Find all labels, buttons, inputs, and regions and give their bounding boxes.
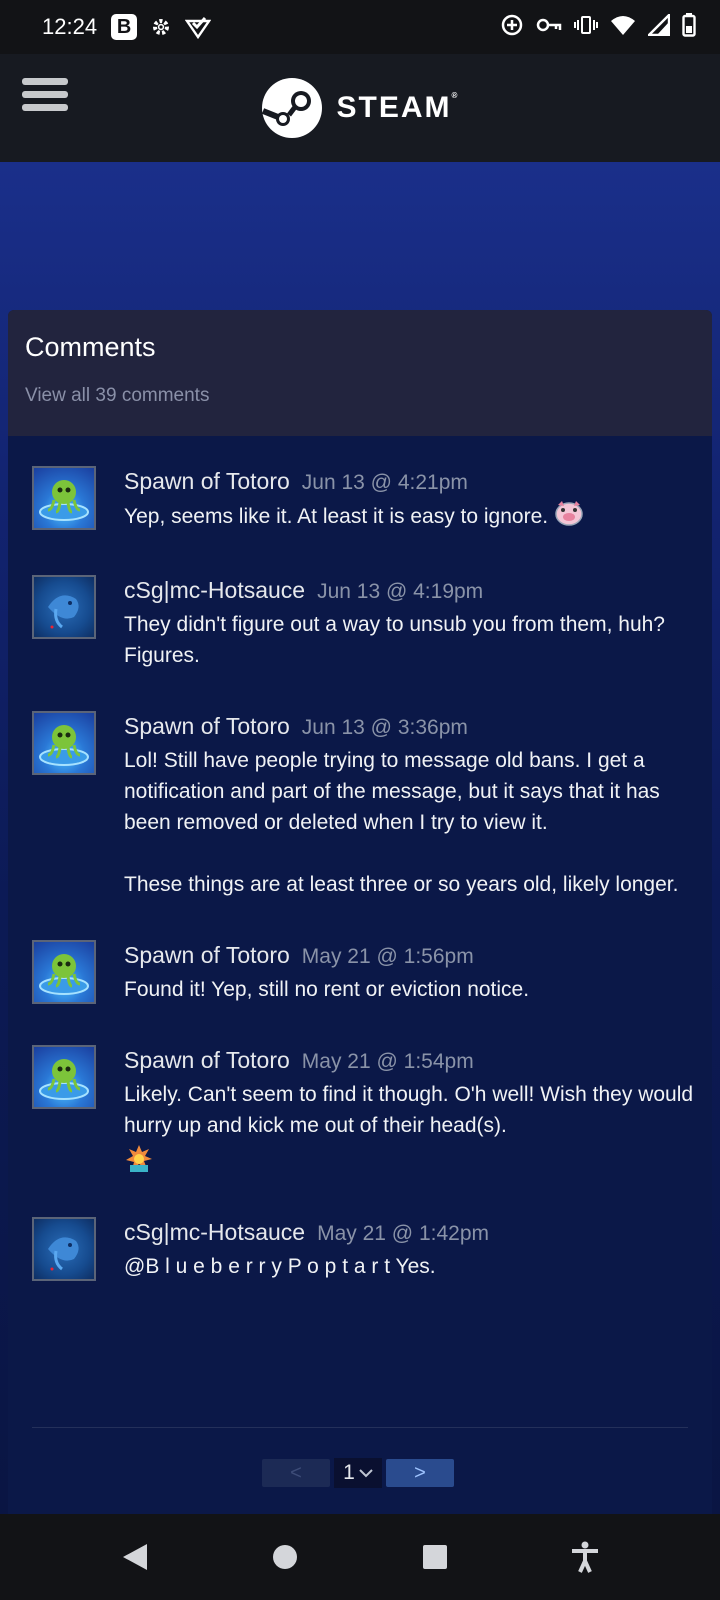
vibrate-icon [574, 14, 598, 41]
steam-logo-text: STEAM® [336, 91, 460, 124]
prev-page-button[interactable]: < [262, 1459, 330, 1487]
battery-icon [682, 12, 696, 42]
comment-pager: < 1 > [262, 1458, 454, 1488]
comment-author[interactable]: cSg|mc-Hotsauce [124, 1219, 305, 1245]
comment-item: Spawn of Totoro May 21 @ 1:54pm Likely. C… [32, 1045, 696, 1177]
status-right-icons [500, 11, 696, 42]
home-circle-icon [273, 1545, 297, 1569]
recents-square-icon [423, 1545, 447, 1569]
comment-date: May 21 @ 1:56pm [301, 945, 474, 968]
comments-title: Comments [25, 332, 156, 362]
comment-item: cSg|mc-Hotsauce May 21 @ 1:42pm @B l u e … [32, 1217, 696, 1282]
steam-logo[interactable]: STEAM® [261, 77, 460, 139]
comment-author[interactable]: cSg|mc-Hotsauce [124, 577, 305, 603]
comments-header: Comments View all 39 comments [8, 310, 712, 436]
comment-author[interactable]: Spawn of Totoro [124, 468, 290, 494]
data-saver-icon [500, 13, 524, 42]
comment-item: cSg|mc-Hotsauce Jun 13 @ 4:19pm They didn… [32, 575, 696, 671]
pig-emote-icon [554, 500, 584, 535]
comment-date: Jun 13 @ 4:21pm [301, 471, 468, 494]
comment-date: May 21 @ 1:42pm [317, 1222, 489, 1245]
comment-item: Spawn of Totoro Jun 13 @ 3:36pm Lol! Stil… [32, 711, 696, 900]
vpn-key-icon [536, 15, 562, 40]
comment-author[interactable]: Spawn of Totoro [124, 1047, 290, 1073]
b-app-icon: B [111, 14, 138, 40]
wifi-icon [610, 14, 636, 41]
comment-date: Jun 13 @ 4:19pm [317, 580, 484, 603]
system-nav-bar [0, 1514, 720, 1600]
comment-date: May 21 @ 1:54pm [301, 1050, 474, 1073]
steam-header: STEAM® [0, 54, 720, 162]
comment-text: Found it! Yep, still no rent or eviction… [124, 978, 530, 1001]
fish-avatar[interactable] [32, 1217, 96, 1281]
octopus-avatar[interactable] [32, 940, 96, 1004]
status-time: 12:24 [42, 14, 98, 39]
current-page: 1 [343, 1461, 355, 1484]
accessibility-icon [572, 1541, 598, 1573]
explosion-emote-icon [124, 1143, 696, 1177]
comment-author[interactable]: Spawn of Totoro [124, 942, 290, 968]
comment-text: They didn't figure out a way to unsub yo… [124, 613, 671, 667]
page-select[interactable]: 1 [334, 1458, 382, 1488]
octopus-avatar[interactable] [32, 466, 96, 530]
fish-avatar[interactable] [32, 575, 96, 639]
home-nav-button[interactable] [255, 1527, 315, 1587]
comments-panel: Comments View all 39 comments Spawn of T… [8, 310, 712, 1514]
octopus-avatar[interactable] [32, 711, 96, 775]
comment-date: Jun 13 @ 3:36pm [301, 716, 468, 739]
recents-nav-button[interactable] [405, 1527, 465, 1587]
status-bar: 12:24 B [0, 0, 720, 54]
pager-divider [32, 1427, 688, 1428]
back-triangle-icon [123, 1544, 147, 1570]
menu-hamburger-icon[interactable] [22, 78, 68, 116]
steam-logo-icon [261, 78, 322, 138]
comment-list: Spawn of Totoro Jun 13 @ 4:21pm Yep, seem… [8, 436, 712, 1282]
comment-item: Spawn of Totoro May 21 @ 1:56pm Found it!… [32, 940, 696, 1005]
back-nav-button[interactable] [105, 1527, 165, 1587]
comment-text: Lol! Still have people trying to message… [124, 749, 679, 896]
comment-item: Spawn of Totoro Jun 13 @ 4:21pm Yep, seem… [32, 466, 696, 535]
next-page-button[interactable]: > [386, 1459, 454, 1487]
comment-author[interactable]: Spawn of Totoro [124, 713, 290, 739]
octopus-avatar[interactable] [32, 1045, 96, 1109]
comment-text: @B l u e b e r r y P o p t a r t Yes. [124, 1255, 436, 1278]
accessibility-nav-button[interactable] [555, 1527, 615, 1587]
shield-check-icon [185, 15, 212, 39]
view-all-comments-link[interactable]: View all 39 comments [25, 385, 695, 407]
comment-text: Likely. Can't seem to find it though. O'… [124, 1083, 699, 1137]
settings-gear-icon [149, 15, 173, 39]
cell-signal-icon [646, 11, 671, 41]
comment-text: Yep, seems like it. At least it is easy … [124, 505, 549, 529]
chevron-down-icon [359, 1469, 373, 1478]
